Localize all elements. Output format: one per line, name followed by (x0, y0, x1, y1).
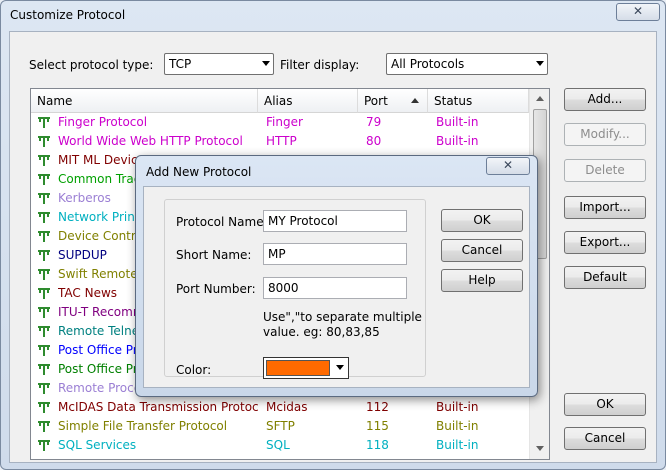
chevron-down-icon (536, 61, 544, 66)
protocol-tree-icon (37, 420, 51, 433)
window-title: Customize Protocol (10, 8, 126, 22)
protocol-tree-icon (37, 249, 51, 262)
column-header-port[interactable]: Port (358, 89, 428, 113)
dialog-title: Add New Protocol (146, 165, 252, 179)
cell-alias: Finger (266, 115, 303, 129)
cell-name: Simple File Transfer Protocol (58, 419, 228, 433)
table-row[interactable]: Simple File Transfer Protocol SFTP 115 Buil… (31, 417, 529, 436)
column-header-alias[interactable]: Alias (258, 89, 358, 113)
cell-name: McIDAS Data Transmission Protocol (58, 400, 258, 414)
add-new-protocol-dialog: Add New Protocol ✕ Protocol Name: MY Pro… (135, 155, 538, 397)
close-icon: ✕ (632, 4, 644, 18)
close-icon: ✕ (502, 158, 514, 172)
cell-alias: Mcidas (266, 400, 308, 414)
dialog-close-button[interactable]: ✕ (486, 157, 530, 175)
cell-port: 79 (366, 115, 382, 129)
protocol-name-label: Protocol Name: (176, 215, 268, 229)
protocol-tree-icon (37, 382, 51, 395)
add-button[interactable]: Add... (564, 88, 646, 111)
cell-status: Built-in (436, 400, 479, 414)
table-row[interactable]: Finger Protocol Finger 79 Built-in (31, 113, 529, 132)
protocol-type-select[interactable]: TCP (164, 53, 274, 75)
protocol-tree-icon (37, 439, 51, 452)
color-swatch (266, 360, 330, 376)
cell-name: Finger Protocol (58, 115, 148, 129)
table-row[interactable]: McIDAS Data Transmission Protocol Mcidas 1… (31, 398, 529, 417)
scroll-down-icon[interactable] (532, 441, 548, 457)
port-number-label: Port Number: (176, 282, 256, 296)
cell-port: 118 (366, 438, 389, 452)
column-header-name[interactable]: Name (31, 89, 258, 113)
protocol-name-input[interactable]: MY Protocol (263, 210, 407, 232)
cell-alias: SFTP (266, 419, 295, 433)
cell-status: Built-in (436, 438, 479, 452)
protocol-type-label: Select protocol type: (29, 58, 154, 72)
cell-status: Built-in (436, 115, 479, 129)
protocol-tree-icon (37, 268, 51, 281)
sort-ascending-icon (411, 98, 419, 103)
table-row[interactable]: SQL Services SQL 118 Built-in (31, 436, 529, 455)
scroll-up-icon[interactable] (532, 91, 548, 107)
delete-button[interactable]: Delete (564, 159, 646, 182)
modify-button[interactable]: Modify... (564, 123, 646, 146)
cell-port: 115 (366, 419, 389, 433)
protocol-tree-icon (37, 192, 51, 205)
cell-status: Built-in (436, 134, 479, 148)
cell-status: Built-in (436, 419, 479, 433)
protocol-tree-icon (37, 135, 51, 148)
protocol-type-value: TCP (169, 57, 192, 71)
cell-port: 80 (366, 134, 382, 148)
protocol-tree-icon (37, 230, 51, 243)
protocol-tree-icon (37, 211, 51, 224)
column-header-status[interactable]: Status (428, 89, 529, 113)
dialog-ok-button[interactable]: OK (441, 209, 523, 232)
protocol-details-group: Protocol Name: MY Protocol Short Name: M… (164, 199, 426, 379)
protocol-tree-icon (37, 154, 51, 167)
port-hint-text: Use","to separate multiple value. eg: 80… (263, 310, 422, 339)
cancel-button[interactable]: Cancel (564, 427, 646, 450)
cell-alias: SQL (266, 438, 290, 452)
color-picker[interactable] (263, 357, 349, 379)
export-button[interactable]: Export... (564, 231, 646, 254)
protocol-tree-icon (37, 344, 51, 357)
protocol-tree-icon (37, 306, 51, 319)
dialog-client: Protocol Name: MY Protocol Short Name: M… (143, 186, 530, 388)
short-name-label: Short Name: (176, 248, 252, 262)
protocol-tree-icon (37, 401, 51, 414)
chevron-down-icon (262, 61, 270, 66)
filter-display-value: All Protocols (391, 57, 465, 71)
dialog-cancel-button[interactable]: Cancel (441, 239, 523, 262)
title-bar: Customize Protocol ✕ (1, 1, 665, 31)
column-header-port-label: Port (364, 94, 388, 108)
cell-name: SQL Services (58, 438, 137, 452)
ok-button[interactable]: OK (564, 393, 646, 416)
filter-display-label: Filter display: (280, 58, 360, 72)
table-row[interactable]: World Wide Web HTTP Protocol HTTP 80 Built-… (31, 132, 529, 151)
color-label: Color: (176, 363, 212, 377)
protocol-tree-icon (37, 116, 51, 129)
protocol-tree-icon (37, 363, 51, 376)
import-button[interactable]: Import... (564, 196, 646, 219)
default-button[interactable]: Default (564, 266, 646, 289)
protocol-tree-icon (37, 287, 51, 300)
cell-name: World Wide Web HTTP Protocol (58, 134, 243, 148)
protocol-tree-icon (37, 173, 51, 186)
short-name-input[interactable]: MP (263, 243, 407, 265)
dialog-help-button[interactable]: Help (441, 269, 523, 292)
cell-port: 112 (366, 400, 389, 414)
close-button[interactable]: ✕ (616, 3, 660, 21)
protocol-tree-icon (37, 325, 51, 338)
chevron-down-icon (336, 365, 344, 370)
filter-display-select[interactable]: All Protocols (386, 53, 548, 75)
port-number-input[interactable]: 8000 (263, 277, 407, 299)
cell-alias: HTTP (266, 134, 297, 148)
